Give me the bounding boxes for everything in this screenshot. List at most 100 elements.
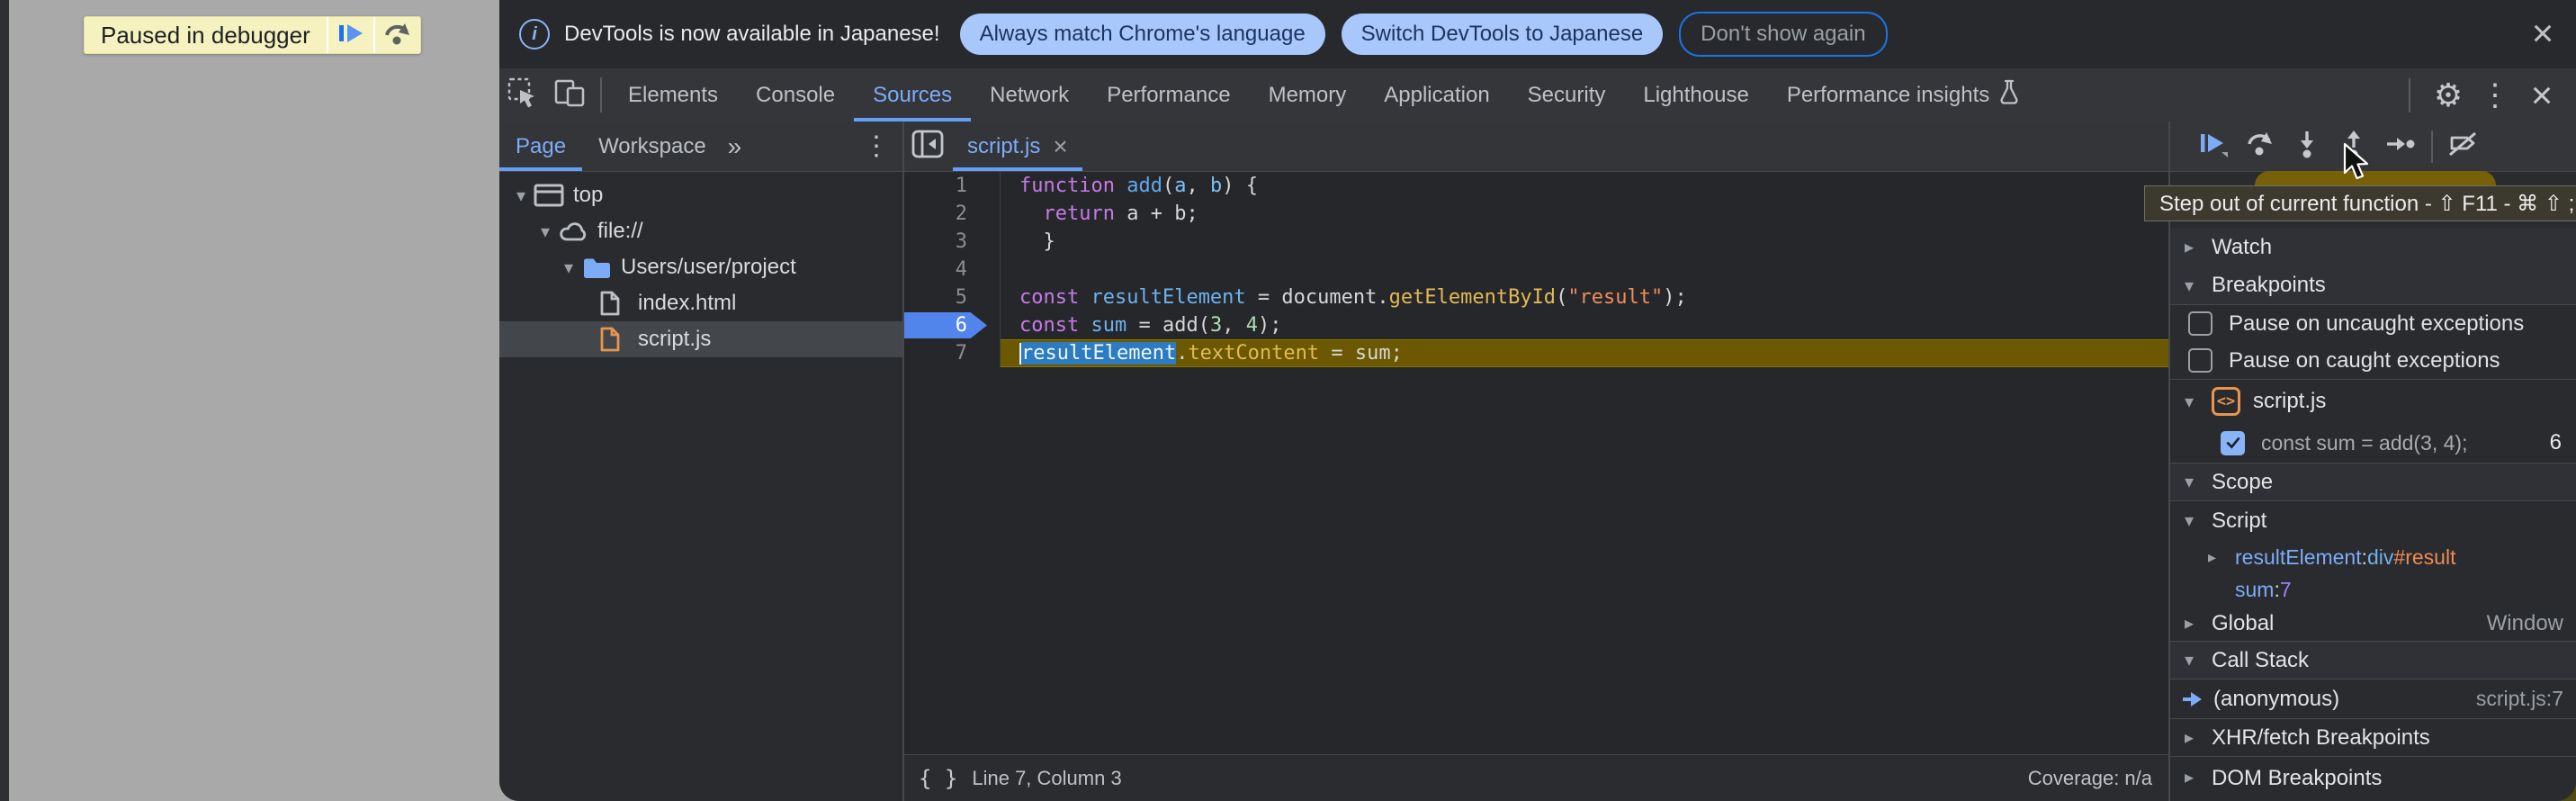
scope-var-sum[interactable]: sum: 7 xyxy=(2168,574,2576,606)
expand-arrow-icon[interactable]: ▾ xyxy=(556,256,581,279)
step-over-icon xyxy=(382,21,413,50)
line-number-gutter[interactable]: 6 xyxy=(902,311,1001,339)
tab-performance-insights[interactable]: Performance insights xyxy=(1768,68,2039,122)
close-tab-icon[interactable]: × xyxy=(1053,132,1067,161)
breakpoint-file-group[interactable]: ▾ <> script.js xyxy=(2168,379,2576,423)
tab-security[interactable]: Security xyxy=(1509,68,1625,122)
xhr-breakpoints-section-header[interactable]: ▸ XHR/fetch Breakpoints xyxy=(2168,718,2576,756)
breakpoint-checkbox[interactable] xyxy=(2221,431,2245,455)
breakpoint-entry[interactable]: const sum = add(3, 4); 6 xyxy=(2168,423,2576,463)
frame-icon xyxy=(534,184,573,207)
call-stack-section-header[interactable]: ▾ Call Stack xyxy=(2168,641,2576,680)
tree-item-index-html[interactable]: index.html xyxy=(499,285,902,321)
dont-show-again-button[interactable]: Don't show again xyxy=(1679,12,1887,57)
devtools-toolbar: Elements Console Sources Network Perform… xyxy=(499,68,2576,122)
inspect-icon xyxy=(507,77,538,112)
chevron-right-icon: ▸ xyxy=(2185,612,2212,634)
step-over-button-page[interactable] xyxy=(373,17,420,53)
scope-section-header[interactable]: ▾ Scope xyxy=(2168,463,2576,501)
breakpoints-section-header[interactable]: ▾ Breakpoints xyxy=(2168,266,2576,305)
cloud-icon xyxy=(558,220,597,243)
checkbox[interactable] xyxy=(2188,311,2212,336)
breakpoint-line-number: 6 xyxy=(2550,430,2576,455)
editor-tab-script-js[interactable]: script.js × xyxy=(953,122,1082,171)
settings-button[interactable]: ⚙ xyxy=(2425,72,2472,119)
chevron-right-icon[interactable]: ▸ xyxy=(2208,548,2235,567)
code-line[interactable]: 3 } xyxy=(902,228,2168,256)
pause-uncaught-label: Pause on uncaught exceptions xyxy=(2229,311,2524,337)
more-tabs-button[interactable]: » xyxy=(723,122,748,171)
scope-script-group[interactable]: ▾ Script xyxy=(2168,501,2576,540)
checkbox[interactable] xyxy=(2188,348,2212,373)
match-chrome-language-button[interactable]: Always match Chrome's language xyxy=(960,14,1325,55)
infobar-close-button[interactable]: × xyxy=(2522,13,2563,54)
step-icon xyxy=(2385,134,2416,158)
line-number-gutter[interactable]: 4 xyxy=(902,256,1001,284)
tab-sources[interactable]: Sources xyxy=(854,68,971,122)
js-file-icon xyxy=(598,326,638,353)
xhr-breakpoints-label: XHR/fetch Breakpoints xyxy=(2212,725,2430,751)
line-number-gutter[interactable]: 5 xyxy=(902,284,1001,311)
tab-memory[interactable]: Memory xyxy=(1250,68,1366,122)
chevron-right-icon: ▸ xyxy=(2185,766,2212,788)
line-number-gutter[interactable]: 7 xyxy=(902,339,1001,367)
scope-var-result-element[interactable]: ▸ resultElement: div#result xyxy=(2168,540,2576,574)
pause-caught-exceptions-row[interactable]: Pause on caught exceptions xyxy=(2168,342,2576,379)
dom-breakpoints-section-header[interactable]: ▸ DOM Breakpoints xyxy=(2168,756,2576,801)
step-button[interactable] xyxy=(2377,123,2424,170)
step-over-button[interactable] xyxy=(2237,123,2284,170)
folder-icon xyxy=(581,255,621,280)
line-number-gutter[interactable]: 3 xyxy=(902,228,1001,256)
tab-application[interactable]: Application xyxy=(1365,68,1508,122)
inspect-element-button[interactable] xyxy=(499,68,546,122)
switch-devtools-japanese-button[interactable]: Switch DevTools to Japanese xyxy=(1342,14,1664,55)
call-stack-frame[interactable]: (anonymous) script.js:7 xyxy=(2168,680,2576,718)
code-line[interactable]: 2 return a + b; xyxy=(902,200,2168,228)
frame-location: script.js:7 xyxy=(2476,687,2576,711)
code-line[interactable]: 6const sum = add(3, 4); xyxy=(902,311,2168,339)
step-into-button[interactable] xyxy=(2284,123,2330,170)
navigator-tab-workspace[interactable]: Workspace xyxy=(582,122,723,171)
tree-item-script-js[interactable]: script.js xyxy=(499,321,902,357)
scope-global-group[interactable]: ▸ Global Window xyxy=(2168,606,2576,641)
tab-console[interactable]: Console xyxy=(737,68,854,122)
editor-debugger-divider[interactable] xyxy=(2168,122,2170,801)
kebab-menu-icon: ⋮ xyxy=(863,130,890,162)
code-line[interactable]: 4 xyxy=(902,256,2168,284)
deactivate-breakpoints-button[interactable] xyxy=(2440,123,2487,170)
more-options-button[interactable]: ⋮ xyxy=(2472,72,2518,119)
breakpoint-marker[interactable] xyxy=(904,312,987,338)
expand-arrow-icon[interactable]: ▾ xyxy=(508,184,534,207)
expand-arrow-icon[interactable]: ▾ xyxy=(533,220,558,243)
tab-performance[interactable]: Performance xyxy=(1088,68,1249,122)
code-editor[interactable]: 1function add(a, b) {2 return a + b;3 }4… xyxy=(902,172,2168,754)
navigator-editor-divider[interactable] xyxy=(902,122,904,801)
resume-script-button[interactable] xyxy=(327,17,373,53)
editor-status-bar: { } Line 7, Column 3 Coverage: n/a xyxy=(902,754,2168,801)
devtools-close-button[interactable]: × xyxy=(2518,72,2565,119)
line-number-gutter[interactable]: 1 xyxy=(902,172,1001,200)
code-line[interactable]: 7resultElement.textContent = sum; xyxy=(902,339,2168,367)
infobar: i DevTools is now available in Japanese!… xyxy=(499,0,2576,68)
pretty-print-icon[interactable]: { } xyxy=(919,766,957,791)
tab-elements[interactable]: Elements xyxy=(609,68,737,122)
tab-lighthouse[interactable]: Lighthouse xyxy=(1624,68,1767,122)
code-line[interactable]: 1function add(a, b) { xyxy=(902,172,2168,200)
hide-navigator-button[interactable] xyxy=(902,122,953,171)
pause-uncaught-exceptions-row[interactable]: Pause on uncaught exceptions xyxy=(2168,305,2576,342)
line-number-gutter[interactable]: 2 xyxy=(902,200,1001,228)
watch-section-header[interactable]: ▸ Watch xyxy=(2168,228,2576,266)
tree-item-top[interactable]: ▾ top xyxy=(499,177,902,213)
code-line[interactable]: 5const resultElement = document.getEleme… xyxy=(902,284,2168,311)
resume-button[interactable] xyxy=(2190,123,2237,170)
pause-caught-label: Pause on caught exceptions xyxy=(2229,348,2500,374)
breakpoints-label: Breakpoints xyxy=(2212,273,2326,298)
tree-item-project-folder[interactable]: ▾ Users/user/project xyxy=(499,249,902,285)
toggle-device-toolbar-button[interactable] xyxy=(546,68,593,122)
navigator-more-options-button[interactable]: ⋮ xyxy=(850,122,902,171)
navigator-tab-page[interactable]: Page xyxy=(499,122,582,171)
tree-item-file-protocol[interactable]: ▾ file:// xyxy=(499,213,902,249)
tab-network[interactable]: Network xyxy=(971,68,1088,122)
scope-global-label: Global xyxy=(2212,611,2274,636)
breakpoint-file-label: script.js xyxy=(2253,389,2326,414)
